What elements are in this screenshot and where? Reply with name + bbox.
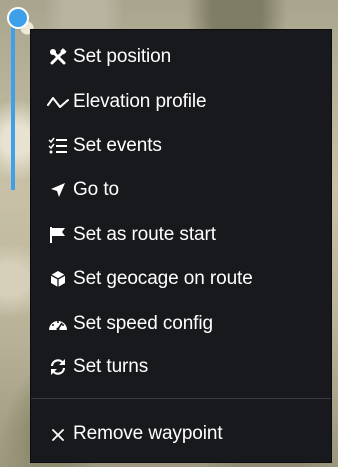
waypoint-marker[interactable] xyxy=(7,7,29,29)
menu-item-elevation-profile[interactable]: Elevation profile xyxy=(47,87,207,117)
remove-waypoint-button[interactable]: Remove waypoint xyxy=(47,419,223,449)
route-line[interactable] xyxy=(11,20,15,190)
menu-item-label: Set as route start xyxy=(73,224,216,245)
menu-item-set-speed-config[interactable]: Set speed config xyxy=(47,309,213,339)
menu-item-set-position[interactable]: Set position xyxy=(47,42,171,72)
flag-icon xyxy=(47,224,69,246)
menu-item-set-events[interactable]: Set events xyxy=(47,131,162,161)
menu-item-set-geocage-on-route[interactable]: Set geocage on route xyxy=(47,264,253,294)
menu-item-label: Set events xyxy=(73,135,162,156)
checklist-icon xyxy=(47,135,69,157)
tools-icon xyxy=(47,46,69,68)
refresh-icon xyxy=(47,356,69,378)
menu-item-label: Set speed config xyxy=(73,313,213,334)
menu-item-set-as-route-start[interactable]: Set as route start xyxy=(47,220,216,250)
menu-item-label: Go to xyxy=(73,179,119,200)
menu-item-label: Set turns xyxy=(73,356,149,377)
cube-icon xyxy=(47,268,69,290)
menu-item-go-to[interactable]: Go to xyxy=(47,175,119,205)
menu-item-set-turns[interactable]: Set turns xyxy=(47,352,148,382)
remove-waypoint-label: Remove waypoint xyxy=(73,423,223,444)
menu-item-label: Set geocage on route xyxy=(73,268,253,289)
menu-item-label: Elevation profile xyxy=(73,91,207,112)
close-icon xyxy=(47,423,69,445)
waypoint-context-menu: Set position Elevation profile Set event… xyxy=(30,29,332,463)
menu-item-label: Set position xyxy=(73,46,172,67)
navigation-arrow-icon xyxy=(47,179,69,201)
menu-divider xyxy=(31,398,331,399)
elevation-icon xyxy=(47,91,69,113)
speedometer-icon xyxy=(47,313,69,335)
